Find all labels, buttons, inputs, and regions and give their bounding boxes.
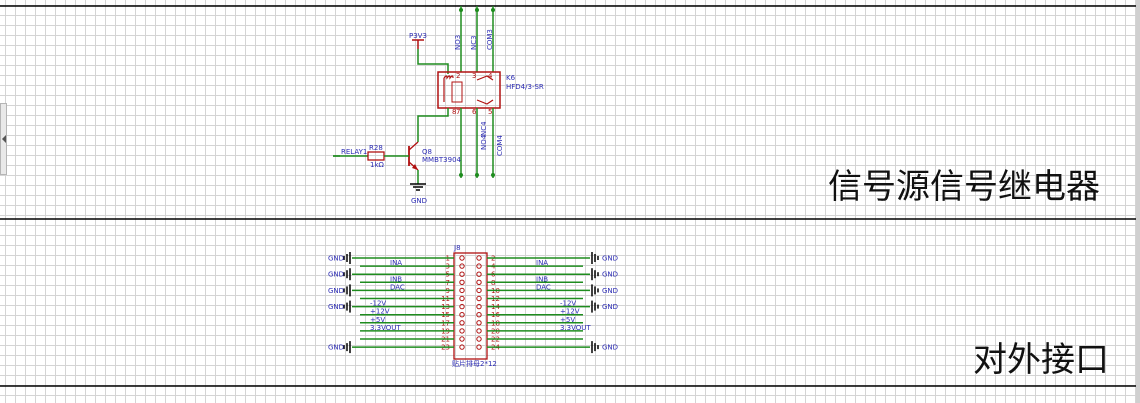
- net-label-left: DAC: [390, 283, 405, 291]
- net-label-left: +12V: [370, 308, 390, 316]
- collapse-arrow-icon: [2, 135, 6, 143]
- relay-pin-label: 3: [472, 72, 476, 80]
- connector-pin: [459, 312, 465, 318]
- connector-body: [453, 252, 488, 360]
- relay-coil-box: [451, 81, 463, 103]
- ground-label: GND: [328, 255, 344, 263]
- connector-pin: [476, 344, 482, 350]
- ground-label: GND: [602, 303, 618, 311]
- junction-dot: [459, 173, 463, 177]
- connector-pin: [476, 295, 482, 302]
- connector-pin: [459, 255, 465, 261]
- panel-collapse-handle[interactable]: [0, 103, 7, 175]
- junction-dot: [475, 173, 479, 177]
- section-title-relay: 信号源信号继电器: [828, 167, 1100, 207]
- net-label-left: INB: [390, 275, 402, 283]
- connector-pin: [476, 328, 482, 334]
- connector-pin: [476, 255, 482, 261]
- transistor-reference: Q8: [422, 148, 432, 156]
- connector-pin: [459, 263, 465, 269]
- junction-dot: [491, 8, 495, 12]
- relay-contact-bottom: [476, 99, 494, 105]
- connector-pin: [459, 320, 465, 326]
- resistor-value: 1kΩ: [370, 161, 385, 169]
- net-label-right: INB: [536, 275, 548, 283]
- ground-label: GND: [411, 197, 427, 205]
- net-label-right: -12V: [560, 300, 576, 308]
- connector-pin: [459, 279, 465, 285]
- relay-circuit: P3V3 NO3 NC3 COM3 2 3 4 8 7 6 5 K6 HFD4/…: [333, 6, 544, 205]
- connector-reference: J8: [453, 244, 461, 252]
- connector-pin: [459, 287, 465, 294]
- connector-pin: [459, 303, 465, 310]
- net-label-right: INA: [536, 259, 548, 267]
- ground-label: GND: [328, 344, 344, 352]
- connector-pin: [476, 279, 482, 285]
- resistor-reference: R28: [369, 144, 383, 152]
- transistor-part-number: MMBT3904: [422, 156, 462, 164]
- connector-pin: [459, 336, 465, 342]
- resistor-body: [367, 151, 385, 161]
- connector-pin: [476, 287, 482, 294]
- net-label-no3: NO3: [454, 35, 462, 50]
- connector-pin: [476, 271, 482, 277]
- ground-label: GND: [328, 271, 344, 279]
- connector-pin: [476, 303, 482, 310]
- net-label-left: +5V: [370, 316, 385, 324]
- relay-pin-label: 5: [488, 108, 492, 116]
- net-label-com3: COM3: [486, 29, 494, 50]
- connector-pin: [476, 263, 482, 269]
- net-label-left: 3.3VOUT: [370, 324, 401, 332]
- ground-label: GND: [602, 255, 618, 263]
- input-net-label: RELAY1: [341, 148, 367, 156]
- connector-rows: 12GNDGND34INAINA56GNDGND78INBINB910GNDGN…: [328, 252, 618, 354]
- vertical-scrollbar[interactable]: [1136, 0, 1140, 403]
- ground-label: GND: [328, 303, 344, 311]
- ground-label: GND: [328, 287, 344, 295]
- wire-coil-to-collector: [417, 108, 449, 142]
- power-net-label: P3V3: [409, 32, 427, 40]
- junction-dot: [459, 8, 463, 12]
- net-label-right: +5V: [560, 316, 575, 324]
- connector-pin: [459, 328, 465, 334]
- net-label-right: DAC: [536, 283, 551, 291]
- relay-pin-label: 7: [456, 108, 460, 116]
- net-label-nc3: NC3: [470, 35, 478, 50]
- connector-pin: [459, 295, 465, 302]
- net-label-left: -12V: [370, 300, 386, 308]
- connector-part-number: 贴片排母2*12: [452, 359, 497, 368]
- relay-pin-label: 2: [456, 72, 460, 80]
- connector-j8: J8 贴片排母2*12 12GNDGND34INAINA56GNDGND78IN…: [328, 244, 618, 368]
- relay-pin-label: 4: [488, 72, 493, 80]
- connector-pin: [476, 312, 482, 318]
- connector-pin: [459, 344, 465, 350]
- ground-label: GND: [602, 344, 618, 352]
- net-label-right: 3.3VOUT: [560, 324, 591, 332]
- wire-power-to-coil: [417, 49, 449, 74]
- junction-dot: [491, 173, 495, 177]
- net-label-nc4: NC4: [480, 121, 488, 136]
- section-title-interface: 对外接口: [973, 340, 1109, 380]
- ground-label: GND: [602, 271, 618, 279]
- connector-pin: [476, 336, 482, 342]
- net-label-com4: COM4: [496, 135, 504, 156]
- connector-pin: [476, 320, 482, 326]
- net-label-right: +12V: [560, 308, 580, 316]
- connector-pin: [459, 271, 465, 277]
- ground-label: GND: [602, 287, 618, 295]
- schematic-canvas[interactable]: P3V3 NO3 NC3 COM3 2 3 4 8 7 6 5 K6 HFD4/…: [0, 0, 1140, 403]
- relay-reference: K6: [506, 74, 516, 82]
- relay-part-number: HFD4/3-SR: [506, 83, 544, 91]
- net-label-left: INA: [390, 259, 402, 267]
- transistor-collector: [408, 141, 419, 151]
- junction-dot: [475, 8, 479, 12]
